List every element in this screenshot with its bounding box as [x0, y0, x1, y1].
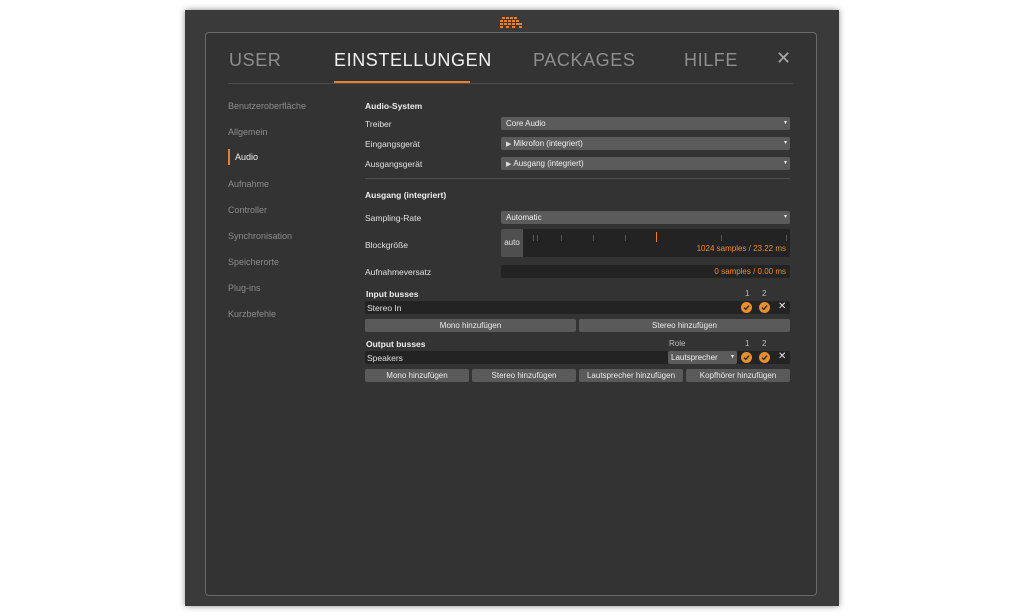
- slider-tick: [533, 235, 534, 241]
- sidebar-item-shortcuts[interactable]: Kurzbefehle: [228, 309, 276, 319]
- sidebar-item-plugins[interactable]: Plug-ins: [228, 283, 261, 293]
- sidebar-item-locations[interactable]: Speicherorte: [228, 257, 279, 267]
- block-size-slider[interactable]: auto 1024 samples / 23.22 ms: [501, 229, 790, 257]
- block-size-auto-button[interactable]: auto: [501, 229, 523, 257]
- dropdown-arrow-icon: ▾: [783, 120, 787, 126]
- output-busses-heading: Output busses: [366, 339, 426, 349]
- output-bus-name[interactable]: Speakers: [367, 353, 403, 363]
- add-stereo-input-button[interactable]: Stereo hinzufügen: [579, 319, 790, 332]
- driver-value: Core Audio: [506, 119, 546, 128]
- input-device-dropdown[interactable]: ▶ Mikrofon (integriert) ▾: [501, 137, 790, 150]
- slider-tick: [593, 235, 594, 241]
- sidebar-item-general[interactable]: Allgemein: [228, 127, 268, 137]
- driver-label: Treiber: [365, 119, 392, 129]
- channel-2-header: 2: [762, 339, 767, 348]
- section-divider: [365, 178, 790, 179]
- output-device-dropdown[interactable]: ▶ Ausgang (integriert) ▾: [501, 157, 790, 170]
- dropdown-arrow-icon: ▾: [783, 160, 787, 166]
- block-size-value: 1024 samples / 23.22 ms: [696, 244, 786, 253]
- slider-tick: [625, 235, 626, 241]
- sampling-rate-dropdown[interactable]: Automatic ▾: [501, 211, 790, 224]
- input-bus-row: Stereo In ✕: [365, 301, 790, 314]
- check-circle-icon[interactable]: [759, 302, 770, 313]
- input-device-label: Eingangsgerät: [365, 139, 420, 149]
- bitwig-logo-icon: [500, 17, 522, 28]
- output-bus-row: Speakers Lautsprecher ▾ ✕: [365, 351, 790, 364]
- input-bus-name[interactable]: Stereo In: [367, 303, 402, 313]
- channel-1-header: 1: [745, 339, 750, 348]
- output-device-heading: Ausgang (integriert): [365, 190, 447, 200]
- role-value: Lautsprecher: [671, 353, 718, 362]
- play-triangle-icon: ▶: [506, 141, 512, 148]
- sampling-rate-value: Automatic: [506, 213, 542, 222]
- slider-tick: [561, 235, 562, 241]
- slider-tick: [786, 235, 787, 241]
- dropdown-arrow-icon: ▾: [730, 354, 734, 360]
- audio-system-heading: Audio-System: [365, 101, 423, 111]
- add-mono-output-button[interactable]: Mono hinzufügen: [365, 369, 469, 382]
- driver-dropdown[interactable]: Core Audio ▾: [501, 117, 790, 130]
- slider-tick: [537, 235, 538, 241]
- block-size-label: Blockgröße: [365, 240, 408, 250]
- close-icon[interactable]: ✕: [778, 351, 786, 362]
- sidebar-item-controller[interactable]: Controller: [228, 205, 267, 215]
- add-speakers-output-button[interactable]: Lautsprecher hinzufügen: [579, 369, 683, 382]
- channel-2-header: 2: [762, 289, 767, 298]
- tab-user[interactable]: USER: [229, 50, 281, 71]
- input-busses-heading: Input busses: [366, 289, 419, 299]
- audio-settings-content: Audio-System Treiber Core Audio ▾ Eingan…: [365, 33, 795, 593]
- latency-value: 0 samples / 0.00 ms: [714, 267, 786, 276]
- add-mono-input-button[interactable]: Mono hinzufügen: [365, 319, 576, 332]
- block-size-marker[interactable]: [656, 232, 657, 242]
- role-dropdown[interactable]: Lautsprecher ▾: [668, 351, 737, 364]
- check-circle-icon[interactable]: [741, 352, 752, 363]
- check-circle-icon[interactable]: [741, 302, 752, 313]
- channel-1-header: 1: [745, 289, 750, 298]
- sidebar-item-recording[interactable]: Aufnahme: [228, 179, 269, 189]
- sidebar-item-ui[interactable]: Benutzeroberfläche: [228, 101, 306, 111]
- output-device-label: Ausgangsgerät: [365, 159, 423, 169]
- sampling-rate-label: Sampling-Rate: [365, 213, 422, 223]
- slider-tick: [721, 235, 722, 241]
- close-icon[interactable]: ✕: [778, 301, 786, 312]
- dropdown-arrow-icon: ▾: [783, 140, 787, 146]
- latency-label: Aufnahmeversatz: [365, 267, 432, 277]
- add-stereo-output-button[interactable]: Stereo hinzufügen: [472, 369, 576, 382]
- add-headphones-output-button[interactable]: Kopfhörer hinzufügen: [686, 369, 790, 382]
- role-header: Role: [669, 339, 686, 348]
- output-device-value: Ausgang (integriert): [513, 159, 584, 168]
- latency-field[interactable]: 0 samples / 0.00 ms: [501, 265, 790, 278]
- dashboard-panel: USER EINSTELLUNGEN PACKAGES HILFE ✕ Benu…: [205, 32, 817, 596]
- sidebar-item-audio[interactable]: Audio: [228, 149, 258, 165]
- check-circle-icon[interactable]: [759, 352, 770, 363]
- play-triangle-icon: ▶: [506, 161, 512, 168]
- input-device-value: Mikrofon (integriert): [513, 139, 583, 148]
- preferences-window: USER EINSTELLUNGEN PACKAGES HILFE ✕ Benu…: [185, 10, 839, 606]
- dropdown-arrow-icon: ▾: [783, 214, 787, 220]
- sidebar-item-sync[interactable]: Synchronisation: [228, 231, 292, 241]
